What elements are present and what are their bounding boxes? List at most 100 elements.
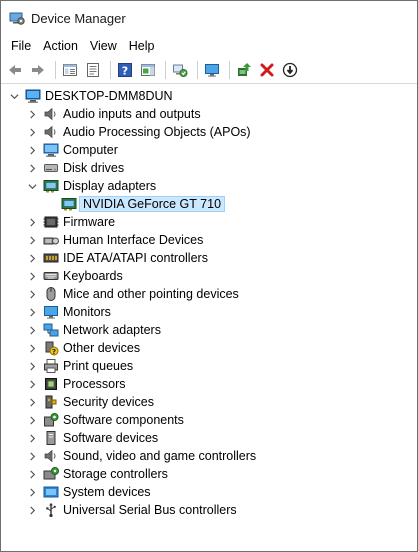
- tree-category-human-interface-devices[interactable]: Human Interface Devices: [1, 231, 417, 249]
- help-icon[interactable]: ?: [115, 60, 135, 80]
- tree-item-label: Software components: [63, 413, 184, 427]
- tree-item-label: Keyboards: [63, 269, 123, 283]
- expand-chevron-icon[interactable]: [25, 395, 39, 409]
- expand-chevron-icon[interactable]: [25, 449, 39, 463]
- tree-item-label: Software devices: [63, 431, 159, 445]
- tree-item-label: Display adapters: [63, 179, 157, 193]
- printer-icon: [43, 358, 59, 374]
- console-tree-icon[interactable]: [60, 60, 80, 80]
- device-tree: DESKTOP-DMM8DUN Audio inputs and outputs A…: [1, 87, 417, 519]
- disk-drive-icon: [43, 160, 59, 176]
- menu-action[interactable]: Action: [37, 37, 84, 55]
- tree-category-display-adapters[interactable]: Display adapters: [1, 177, 417, 195]
- tree-category-keyboards[interactable]: Keyboards: [1, 267, 417, 285]
- disable-device-icon[interactable]: [280, 60, 300, 80]
- expand-chevron-icon[interactable]: [25, 341, 39, 355]
- tree-category-firmware[interactable]: Firmware: [1, 213, 417, 231]
- software-component-icon: [43, 412, 59, 428]
- update-driver-icon[interactable]: [234, 60, 254, 80]
- expand-chevron-icon[interactable]: [25, 125, 39, 139]
- computer-root-icon: [25, 88, 41, 104]
- expand-chevron-icon[interactable]: [25, 143, 39, 157]
- toolbar-separator: [55, 61, 56, 79]
- menu-file[interactable]: File: [5, 37, 37, 55]
- title-bar: Device Manager: [1, 1, 417, 35]
- expand-chevron-icon[interactable]: [25, 467, 39, 481]
- tree-category-system-devices[interactable]: System devices: [1, 483, 417, 501]
- scan-hardware-icon[interactable]: [170, 60, 190, 80]
- tree-category-other-devices[interactable]: ? Other devices: [1, 339, 417, 357]
- menu-view[interactable]: View: [84, 37, 123, 55]
- tree-item-label: IDE ATA/ATAPI controllers: [63, 251, 208, 265]
- menu-help[interactable]: Help: [123, 37, 161, 55]
- expand-chevron-icon[interactable]: [25, 485, 39, 499]
- expand-chevron-icon[interactable]: [25, 305, 39, 319]
- tree-category-network-adapters[interactable]: Network adapters: [1, 321, 417, 339]
- device-manager-window: Device Manager File Action View Help ? D…: [0, 0, 418, 552]
- uninstall-icon[interactable]: [257, 60, 277, 80]
- tree-category-monitors[interactable]: Monitors: [1, 303, 417, 321]
- tree-category-audio-inputs-and-outputs[interactable]: Audio inputs and outputs: [1, 105, 417, 123]
- usb-icon: [43, 502, 59, 518]
- hid-icon: [43, 232, 59, 248]
- tree-category-mice-and-other-pointing-devices[interactable]: Mice and other pointing devices: [1, 285, 417, 303]
- forward-arrow-icon[interactable]: [28, 60, 48, 80]
- tree-device-item[interactable]: NVIDIA GeForce GT 710: [1, 195, 417, 213]
- expand-chevron-icon[interactable]: [25, 233, 39, 247]
- expand-chevron-icon[interactable]: [25, 107, 39, 121]
- tree-item-label: System devices: [63, 485, 151, 499]
- tree-category-security-devices[interactable]: Security devices: [1, 393, 417, 411]
- monitor-icon[interactable]: [202, 60, 222, 80]
- tree-item-label: Network adapters: [63, 323, 161, 337]
- tree-category-computer[interactable]: Computer: [1, 141, 417, 159]
- tree-item-label: Universal Serial Bus controllers: [63, 503, 237, 517]
- collapse-chevron-icon[interactable]: [7, 89, 21, 103]
- collapse-chevron-icon[interactable]: [25, 179, 39, 193]
- expand-chevron-icon[interactable]: [25, 377, 39, 391]
- toolbar: ?: [1, 57, 417, 84]
- tree-category-print-queues[interactable]: Print queues: [1, 357, 417, 375]
- expand-chevron-icon[interactable]: [25, 503, 39, 517]
- tree-item-label: Audio Processing Objects (APOs): [63, 125, 251, 139]
- tree-category-ide-ata-atapi-controllers[interactable]: IDE ATA/ATAPI controllers: [1, 249, 417, 267]
- action-pane-icon[interactable]: [138, 60, 158, 80]
- expand-chevron-icon[interactable]: [25, 287, 39, 301]
- tree-category-storage-controllers[interactable]: Storage controllers: [1, 465, 417, 483]
- expand-chevron-icon[interactable]: [25, 431, 39, 445]
- device-manager-icon: [9, 10, 25, 26]
- tree-item-label: Other devices: [63, 341, 141, 355]
- firmware-icon: [43, 214, 59, 230]
- ide-controller-icon: [43, 250, 59, 266]
- tree-item-label: Firmware: [63, 215, 116, 229]
- tree-category-software-devices[interactable]: Software devices: [1, 429, 417, 447]
- tree-category-universal-serial-bus-controllers[interactable]: Universal Serial Bus controllers: [1, 501, 417, 519]
- tree-item-label: Monitors: [63, 305, 111, 319]
- toolbar-separator: [197, 61, 198, 79]
- expand-chevron-icon[interactable]: [25, 359, 39, 373]
- expand-chevron-icon[interactable]: [25, 161, 39, 175]
- properties-sheet-icon[interactable]: [83, 60, 103, 80]
- tree-item-label: Print queues: [63, 359, 134, 373]
- back-arrow-icon[interactable]: [5, 60, 25, 80]
- expand-chevron-icon[interactable]: [25, 215, 39, 229]
- storage-controller-icon: [43, 466, 59, 482]
- tree-category-disk-drives[interactable]: Disk drives: [1, 159, 417, 177]
- expand-chevron-icon[interactable]: [25, 413, 39, 427]
- monitor-icon: [43, 304, 59, 320]
- tree-root[interactable]: DESKTOP-DMM8DUN: [1, 87, 417, 105]
- expand-chevron-icon[interactable]: [25, 269, 39, 283]
- speaker-icon: [43, 448, 59, 464]
- tree-category-software-components[interactable]: Software components: [1, 411, 417, 429]
- tree-category-audio-processing-objects-apos[interactable]: Audio Processing Objects (APOs): [1, 123, 417, 141]
- window-title: Device Manager: [31, 10, 126, 26]
- tree-category-processors[interactable]: Processors: [1, 375, 417, 393]
- computer-icon: [43, 142, 59, 158]
- tree-item-label: DESKTOP-DMM8DUN: [45, 89, 173, 103]
- expand-chevron-icon[interactable]: [25, 251, 39, 265]
- tree-item-label: Human Interface Devices: [63, 233, 204, 247]
- expand-chevron-icon[interactable]: [25, 323, 39, 337]
- network-adapter-icon: [43, 322, 59, 338]
- toolbar-separator: [165, 61, 166, 79]
- display-adapter-icon: [61, 196, 77, 212]
- tree-category-sound-video-and-game-controllers[interactable]: Sound, video and game controllers: [1, 447, 417, 465]
